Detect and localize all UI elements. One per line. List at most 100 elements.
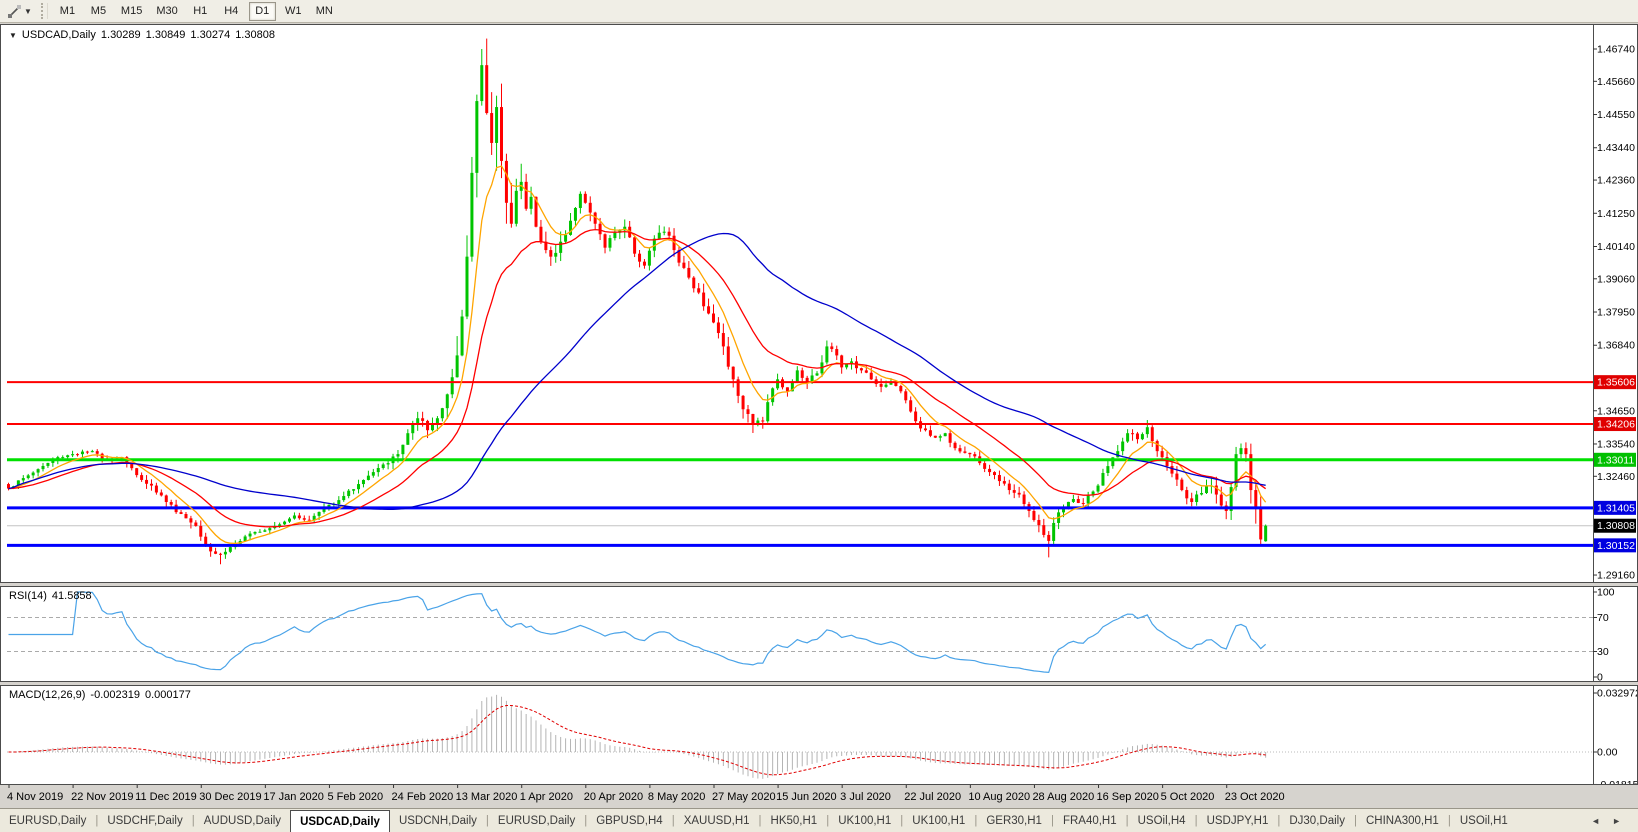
timeframe-button-d1[interactable]: D1 (248, 1, 276, 21)
rsi-label: RSI(14) 41.5858 (9, 590, 92, 602)
candle (1007, 483, 1011, 491)
timeframe-button-mn[interactable]: MN (311, 2, 338, 21)
candle (149, 483, 153, 486)
date-axis-label: 4 Nov 2019 (7, 791, 63, 803)
tab-scroll-right-icon[interactable]: ► (1609, 814, 1624, 828)
candle (697, 288, 701, 293)
timeframe-button-m30[interactable]: M30 (151, 2, 182, 21)
candle (598, 223, 602, 235)
chart-tab-dj30-daily[interactable]: DJ30,Daily (1280, 809, 1354, 832)
timeframe-button-w1[interactable]: W1 (280, 2, 307, 21)
candle (1017, 492, 1021, 495)
candle (554, 252, 558, 257)
candle (1160, 451, 1164, 458)
candle (1200, 493, 1204, 495)
candle (371, 472, 375, 476)
chart-tab-audusd-daily[interactable]: AUDUSD,Daily (195, 809, 290, 832)
chart-tab-usdjpy-h1[interactable]: USDJPY,H1 (1198, 809, 1278, 832)
candle (411, 423, 415, 434)
chart-tab-fra40-h1[interactable]: FRA40,H1 (1054, 809, 1126, 832)
macd-panel[interactable]: 0.032972 0.00 -0.018154 MACD(12,26,9) -0.0… (0, 685, 1638, 785)
candle (1244, 448, 1248, 455)
mt4-window: ▼ M1 M5 M15 M30 H1 H4 D1 W1 MN 1.46740 1.45660 1.4… (0, 0, 1638, 832)
candle (159, 492, 163, 496)
candle (514, 190, 518, 224)
candle (297, 515, 301, 519)
rsi-panel[interactable]: 100 70 30 0 RSI(14) 41.5858 (0, 586, 1638, 682)
rsi-name: RSI(14) (9, 590, 47, 602)
candle (583, 193, 587, 203)
price-tag-label: 1.30152 (1597, 540, 1635, 552)
chart-tab-usdcad-daily[interactable]: USDCAD,Daily (290, 810, 390, 832)
main-chart-panel[interactable]: 1.46740 1.45660 1.44550 1.43440 1.42360 1.412… (0, 24, 1638, 583)
candle (194, 522, 198, 526)
chart-tab-uk100-h1[interactable]: UK100,H1 (829, 809, 900, 832)
rsi-axis-tick: 100 (1597, 587, 1615, 599)
chart-tab-usdcnh-daily[interactable]: USDCNH,Daily (390, 809, 486, 832)
price-axis-tick: 1.36840 (1597, 340, 1635, 352)
candle (968, 452, 972, 455)
chart-tab-uk100-h1[interactable]: UK100,H1 (903, 809, 974, 832)
price-axis-tick: 1.45660 (1597, 76, 1635, 88)
candle (687, 267, 691, 278)
candle (21, 478, 25, 481)
macd-axis-tick: -0.018154 (1597, 779, 1637, 784)
candle (337, 500, 341, 505)
toolbar: ▼ M1 M5 M15 M30 H1 H4 D1 W1 MN (0, 0, 1638, 23)
chart-tab-usdchf-daily[interactable]: USDCHF,Daily (98, 809, 191, 832)
chart-tab-usoil-h4[interactable]: USOil,H4 (1129, 809, 1195, 832)
candle (879, 384, 883, 387)
chart-tab-xauusd-h1[interactable]: XAUUSD,H1 (675, 809, 759, 832)
timeframe-button-m1[interactable]: M1 (54, 2, 81, 21)
chart-tab-gbpusd-h4[interactable]: GBPUSD,H4 (587, 809, 671, 832)
chart-tab-eurusd-daily[interactable]: EURUSD,Daily (0, 809, 95, 832)
candle (800, 370, 804, 378)
candle (840, 355, 844, 368)
chart-tab-hk50-h1[interactable]: HK50,H1 (762, 809, 827, 832)
candle (539, 226, 543, 242)
candle (1239, 448, 1243, 455)
candle (1126, 433, 1130, 442)
candle (795, 370, 799, 382)
candle (928, 430, 932, 436)
candle (781, 379, 785, 388)
candle (633, 237, 637, 254)
toolbar-grip (40, 3, 48, 19)
candle (825, 346, 829, 363)
candle (184, 513, 188, 519)
candle (731, 366, 735, 380)
chart-tab-eurusd-daily[interactable]: EURUSD,Daily (489, 809, 584, 832)
chart-tab-china300-h1[interactable]: CHINA300,H1 (1357, 809, 1448, 832)
symbol-dropdown-icon[interactable]: ▼ (9, 31, 17, 40)
candle (1121, 441, 1125, 452)
chevron-down-icon: ▼ (24, 6, 32, 16)
chart-title: ▼ USDCAD,Daily 1.30289 1.30849 1.30274 1… (9, 29, 275, 41)
candle (1012, 490, 1016, 493)
date-axis-label: 10 Aug 2020 (968, 791, 1030, 803)
crosshair-cursor-tool-button[interactable]: ▼ (2, 2, 37, 21)
macd-name: MACD(12,26,9) (9, 689, 86, 701)
candle (61, 457, 65, 459)
candle (80, 451, 84, 455)
candle (766, 402, 770, 422)
candle (845, 364, 849, 368)
price-axis-tick: 1.32460 (1597, 471, 1635, 483)
chart-tab-ger30-h1[interactable]: GER30,H1 (977, 809, 1051, 832)
candle (864, 370, 868, 373)
candle (657, 232, 661, 239)
date-axis-label: 30 Dec 2019 (199, 791, 261, 803)
candle (90, 451, 94, 453)
candle (1071, 499, 1075, 502)
timeframe-button-h4[interactable]: H4 (218, 2, 245, 21)
candle (776, 379, 780, 389)
candle (815, 373, 819, 376)
timeframe-button-m5[interactable]: M5 (85, 2, 112, 21)
candle (988, 468, 992, 473)
tab-scroll-left-icon[interactable]: ◄ (1588, 814, 1603, 828)
candle (495, 107, 499, 143)
timeframe-button-m15[interactable]: M15 (116, 2, 147, 21)
timeframe-button-h1[interactable]: H1 (187, 2, 214, 21)
chart-tab-usoil-h1[interactable]: USOil,H1 (1451, 809, 1517, 832)
candle (1140, 434, 1144, 440)
candle (480, 65, 484, 102)
